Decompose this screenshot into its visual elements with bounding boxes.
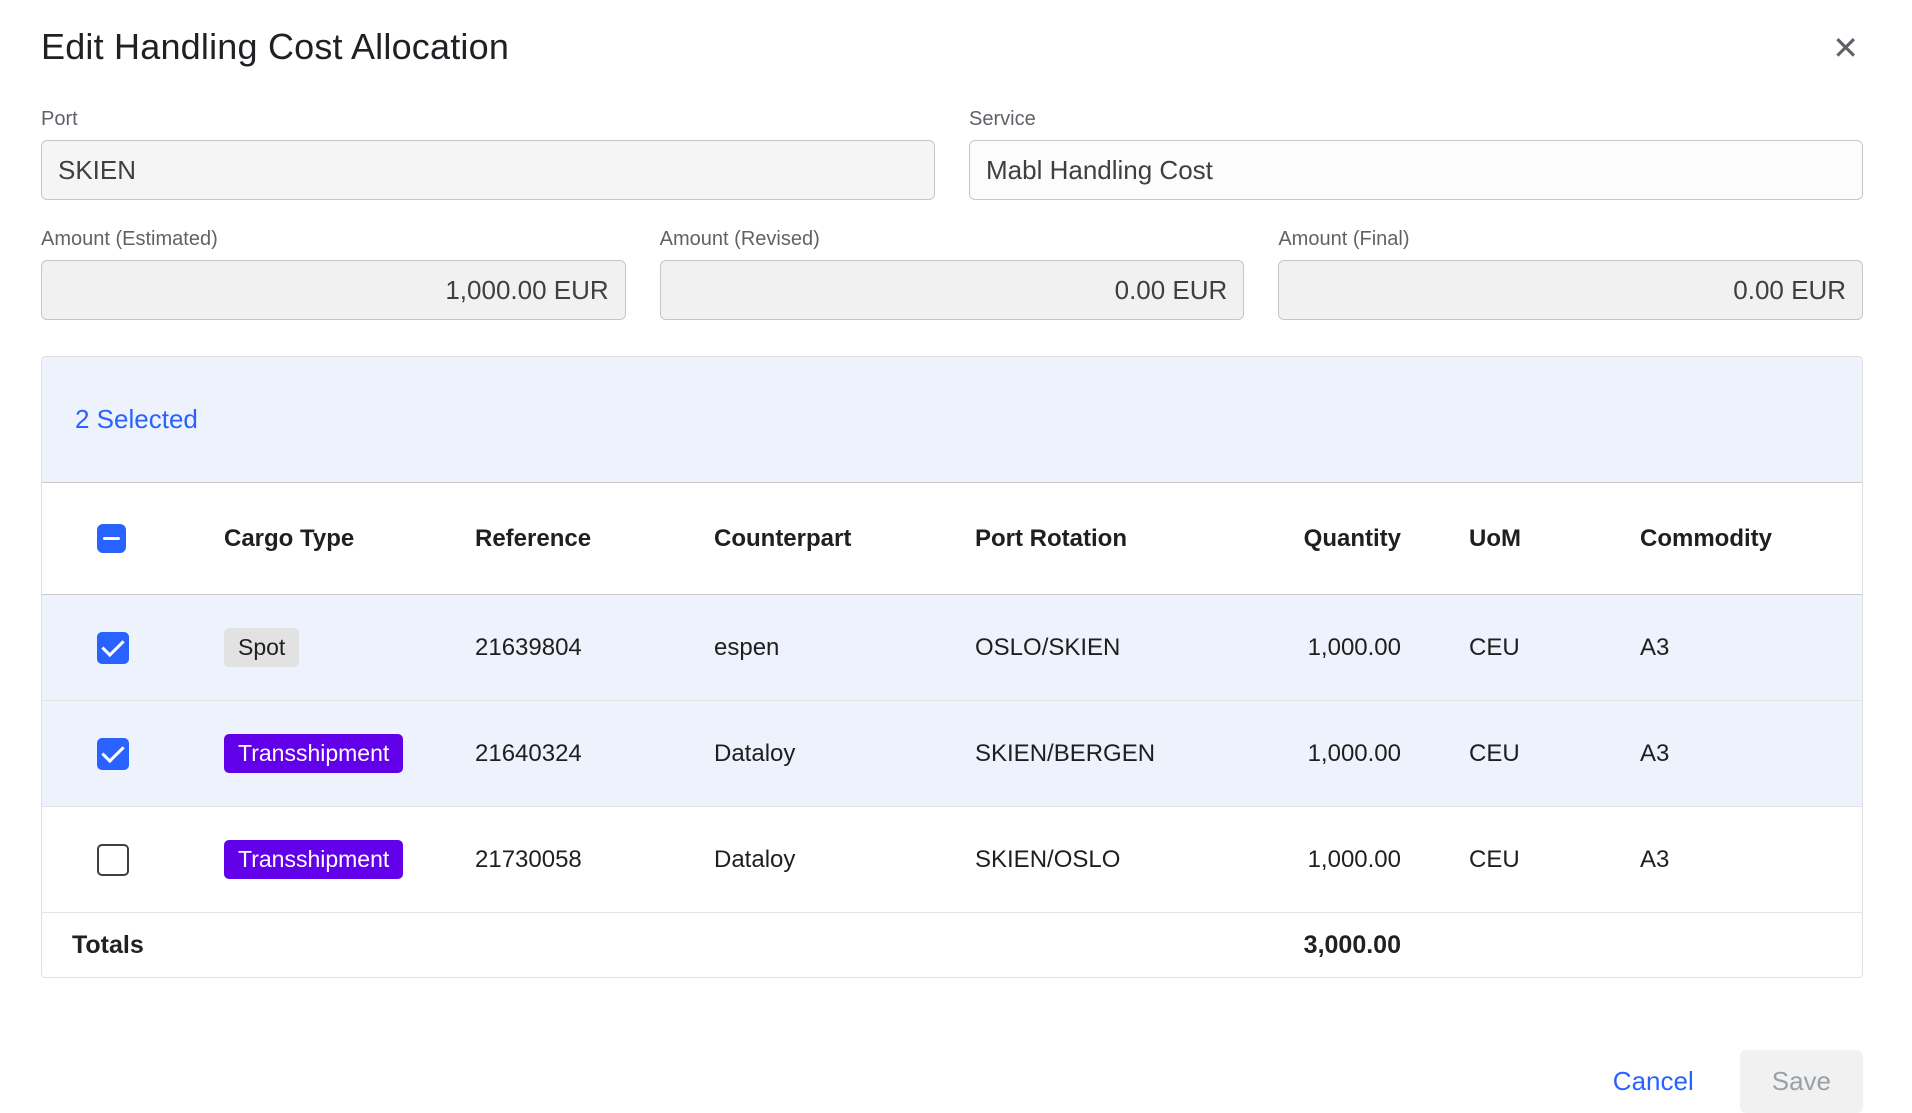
quantity-cell: 1,000.00: [1297, 846, 1407, 874]
totals-quantity: 3,000.00: [1297, 931, 1407, 960]
amount-estimated-label: Amount (Estimated): [41, 228, 626, 251]
totals-row: Totals 3,000.00: [42, 913, 1862, 977]
reference-cell: 21639804: [462, 634, 702, 662]
table-row[interactable]: Transshipment 21730058 Dataloy SKIEN/OSL…: [42, 807, 1862, 913]
counterpart-cell: Dataloy: [702, 740, 967, 768]
cargo-type-cell: Transshipment: [182, 840, 462, 879]
save-button[interactable]: Save: [1740, 1050, 1863, 1113]
form-row-port-service: Port Service: [41, 108, 1863, 200]
header-commodity: Commodity: [1592, 525, 1862, 553]
checkbox-cell: [42, 738, 182, 770]
port-label: Port: [41, 108, 935, 131]
amount-final-input[interactable]: [1278, 260, 1863, 320]
allocation-table: 2 Selected Cargo Type Reference Counterp…: [41, 356, 1863, 978]
form-row-amounts: Amount (Estimated) Amount (Revised) Amou…: [41, 228, 1863, 320]
commodity-cell: A3: [1592, 846, 1862, 874]
edit-handling-cost-dialog: Edit Handling Cost Allocation ✕ Port Ser…: [0, 0, 1912, 1110]
dialog-title: Edit Handling Cost Allocation: [41, 26, 509, 68]
header-counterpart: Counterpart: [702, 525, 967, 553]
close-icon[interactable]: ✕: [1828, 28, 1863, 68]
cargo-type-cell: Transshipment: [182, 734, 462, 773]
dialog-header: Edit Handling Cost Allocation ✕: [41, 26, 1863, 68]
checkbox-cell: [42, 632, 182, 664]
header-quantity: Quantity: [1297, 525, 1407, 553]
row-checkbox[interactable]: [97, 632, 129, 664]
cancel-button[interactable]: Cancel: [1613, 1066, 1694, 1097]
row-checkbox[interactable]: [97, 844, 129, 876]
amount-final-label: Amount (Final): [1278, 228, 1863, 251]
header-port-rotation: Port Rotation: [967, 525, 1297, 553]
uom-cell: CEU: [1407, 740, 1592, 768]
amount-final-field: Amount (Final): [1278, 228, 1863, 320]
selection-bar: 2 Selected: [42, 357, 1862, 483]
cargo-type-badge: Spot: [224, 628, 299, 667]
reference-cell: 21730058: [462, 846, 702, 874]
amount-revised-input[interactable]: [660, 260, 1245, 320]
table-header-row: Cargo Type Reference Counterpart Port Ro…: [42, 483, 1862, 595]
cargo-type-cell: Spot: [182, 628, 462, 667]
totals-label: Totals: [42, 931, 462, 960]
port-rotation-cell: SKIEN/BERGEN: [967, 740, 1297, 768]
amount-revised-field: Amount (Revised): [660, 228, 1245, 320]
quantity-cell: 1,000.00: [1297, 634, 1407, 662]
uom-cell: CEU: [1407, 634, 1592, 662]
selected-count: 2 Selected: [75, 404, 198, 435]
row-checkbox[interactable]: [97, 738, 129, 770]
commodity-cell: A3: [1592, 634, 1862, 662]
cargo-type-badge: Transshipment: [224, 734, 403, 773]
commodity-cell: A3: [1592, 740, 1862, 768]
header-uom: UoM: [1407, 525, 1592, 553]
quantity-cell: 1,000.00: [1297, 740, 1407, 768]
header-reference: Reference: [462, 525, 702, 553]
port-rotation-cell: OSLO/SKIEN: [967, 634, 1297, 662]
port-field: Port: [41, 108, 935, 200]
amount-estimated-input[interactable]: [41, 260, 626, 320]
select-all-cell: [42, 524, 182, 553]
service-label: Service: [969, 108, 1863, 131]
service-input[interactable]: [969, 140, 1863, 200]
cargo-type-badge: Transshipment: [224, 840, 403, 879]
uom-cell: CEU: [1407, 846, 1592, 874]
port-rotation-cell: SKIEN/OSLO: [967, 846, 1297, 874]
reference-cell: 21640324: [462, 740, 702, 768]
dialog-footer: Cancel Save: [41, 1050, 1863, 1113]
counterpart-cell: Dataloy: [702, 846, 967, 874]
header-cargo-type: Cargo Type: [182, 525, 462, 553]
port-input[interactable]: [41, 140, 935, 200]
table-row[interactable]: Spot 21639804 espen OSLO/SKIEN 1,000.00 …: [42, 595, 1862, 701]
amount-estimated-field: Amount (Estimated): [41, 228, 626, 320]
service-field: Service: [969, 108, 1863, 200]
select-all-checkbox[interactable]: [97, 524, 126, 553]
amount-revised-label: Amount (Revised): [660, 228, 1245, 251]
checkbox-cell: [42, 844, 182, 876]
counterpart-cell: espen: [702, 634, 967, 662]
table-row[interactable]: Transshipment 21640324 Dataloy SKIEN/BER…: [42, 701, 1862, 807]
